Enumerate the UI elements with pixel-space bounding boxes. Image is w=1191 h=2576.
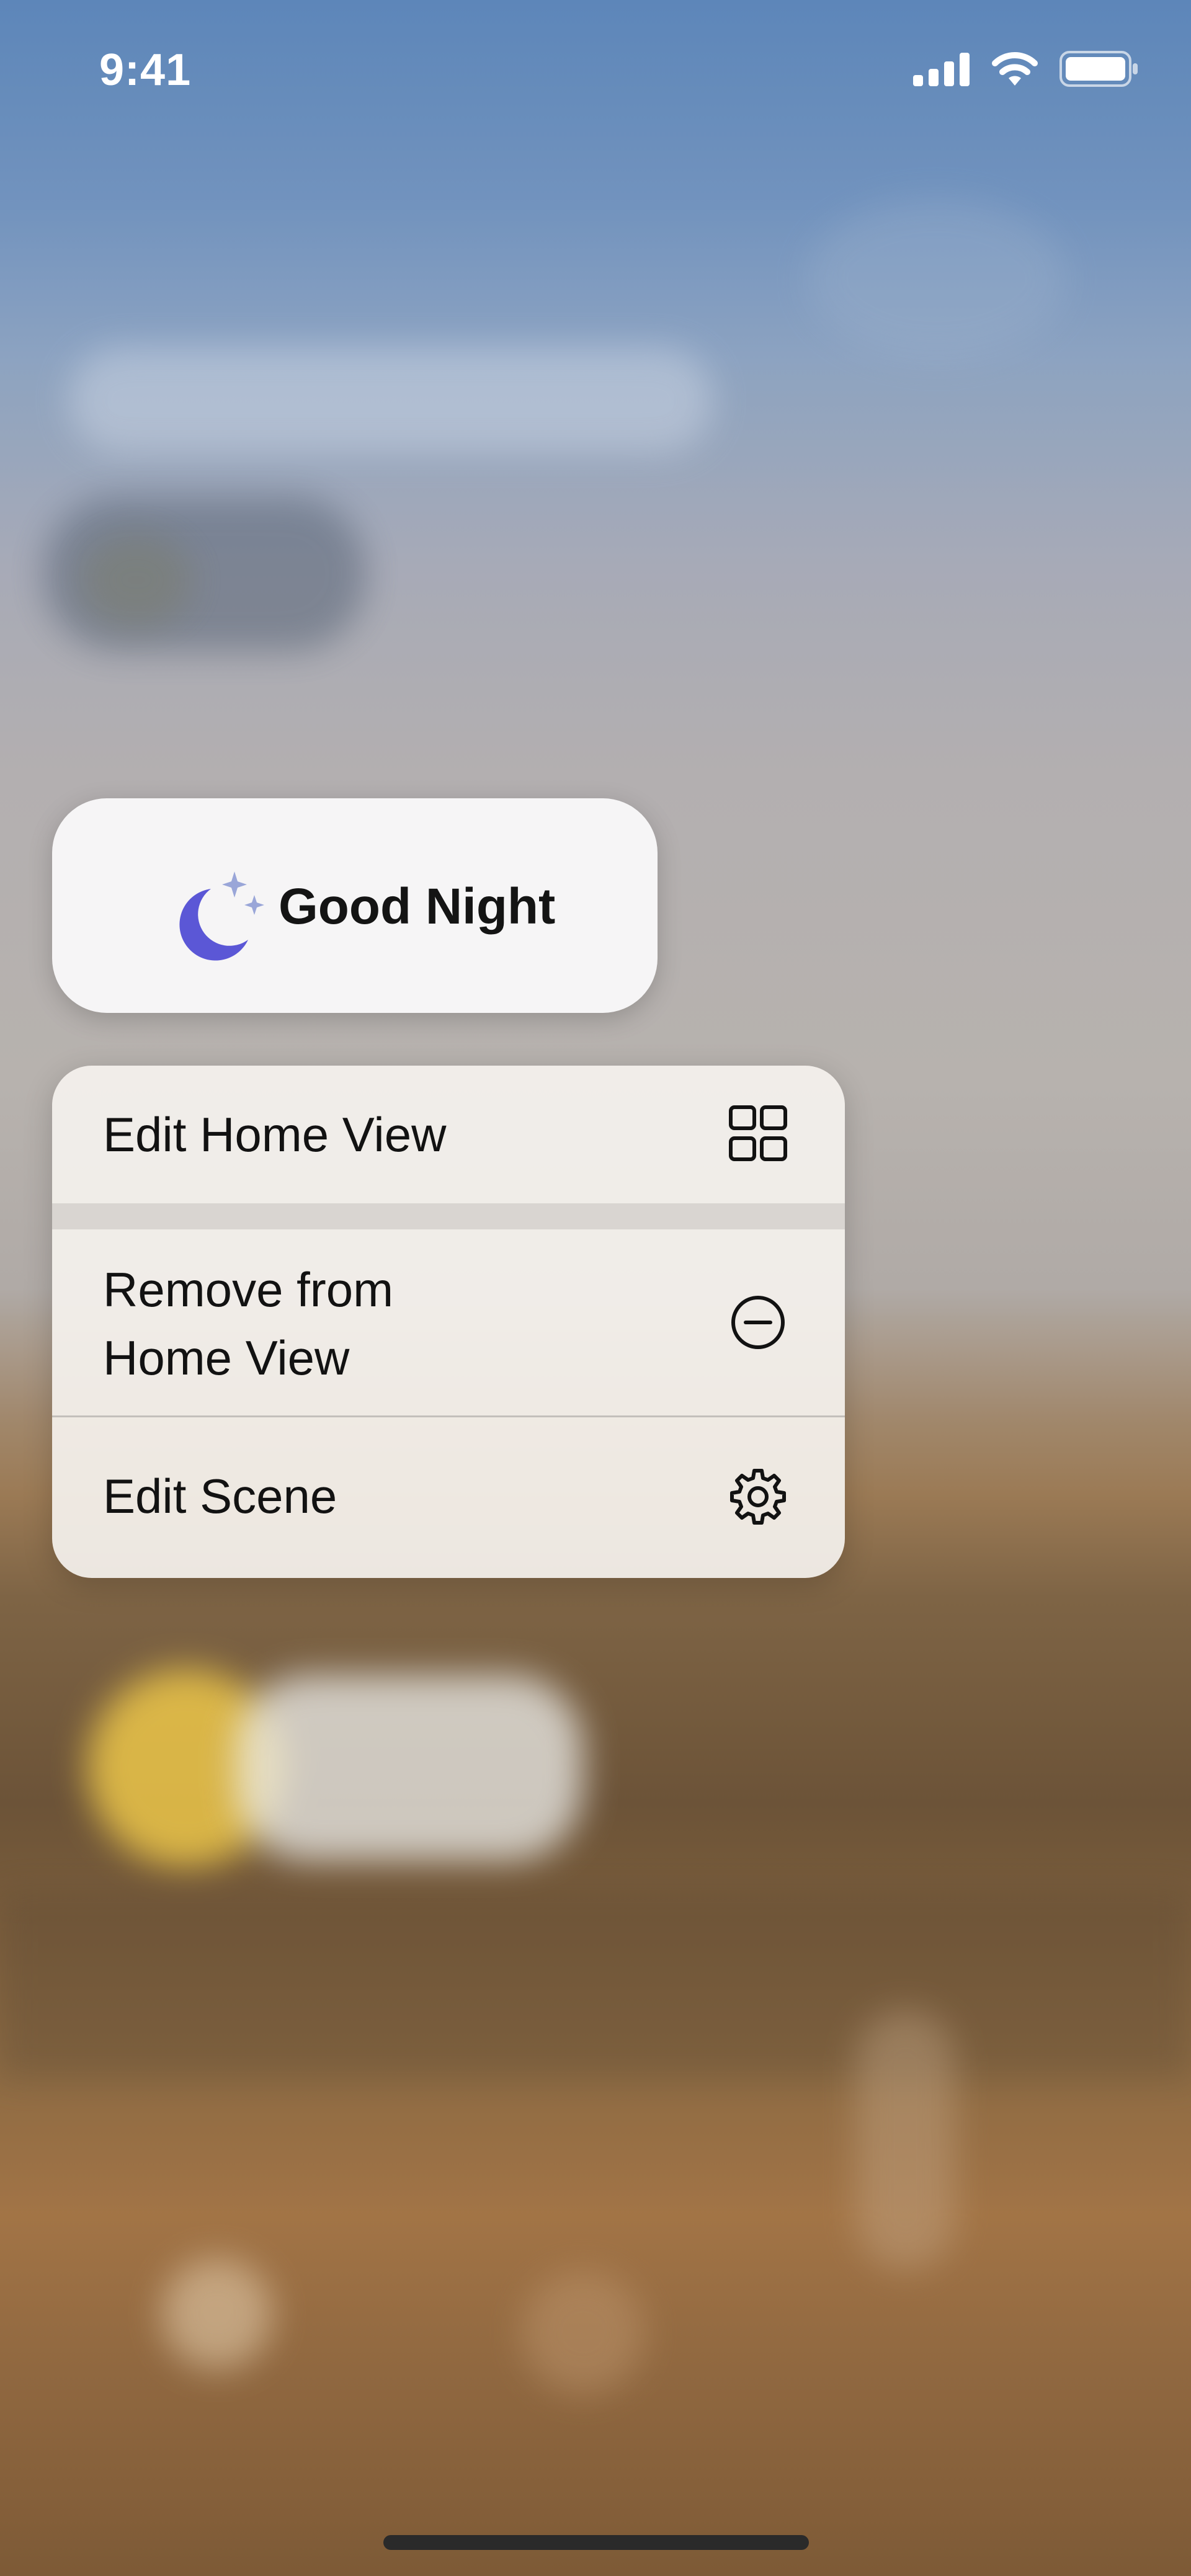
status-bar: 9:41 [0, 0, 1191, 149]
menu-item-label: Remove from Home View [103, 1255, 599, 1392]
menu-item-remove-from-home-view[interactable]: Remove from Home View [52, 1229, 845, 1415]
background-blur-shape [521, 2270, 645, 2394]
menu-item-label-line2: Home View [103, 1330, 350, 1385]
menu-item-edit-scene[interactable]: Edit Scene [52, 1417, 845, 1578]
background-blur-shape [81, 533, 192, 626]
context-menu: Edit Home View Remove from Home View Edit… [52, 1066, 845, 1578]
scene-tile-good-night[interactable]: Good Night [52, 798, 658, 1013]
status-icons [913, 51, 1139, 87]
menu-item-label: Edit Scene [103, 1469, 337, 1523]
background-blur-shape [0, 1892, 1191, 2078]
background-blur-shape [806, 198, 1067, 360]
minus-circle-icon [731, 1296, 785, 1349]
wifi-icon [992, 52, 1038, 86]
menu-item-label: Edit Home View [103, 1107, 447, 1162]
grid-icon [729, 1105, 787, 1161]
background-blur-shape [68, 347, 713, 453]
moon-stars-icon [179, 871, 264, 961]
background-blur-shape [856, 2010, 955, 2270]
status-time: 9:41 [99, 45, 192, 95]
scene-name: Good Night [279, 878, 556, 935]
background-blur-shape [161, 2258, 273, 2369]
cellular-signal-icon [913, 53, 970, 86]
menu-section-separator [52, 1203, 845, 1229]
home-indicator[interactable] [383, 2535, 809, 2550]
battery-icon [1059, 51, 1138, 87]
menu-item-edit-home-view[interactable]: Edit Home View [52, 1066, 845, 1203]
menu-item-label-line1: Remove from [103, 1262, 394, 1317]
background-blur-shape [236, 1675, 583, 1861]
gear-icon [730, 1469, 786, 1525]
